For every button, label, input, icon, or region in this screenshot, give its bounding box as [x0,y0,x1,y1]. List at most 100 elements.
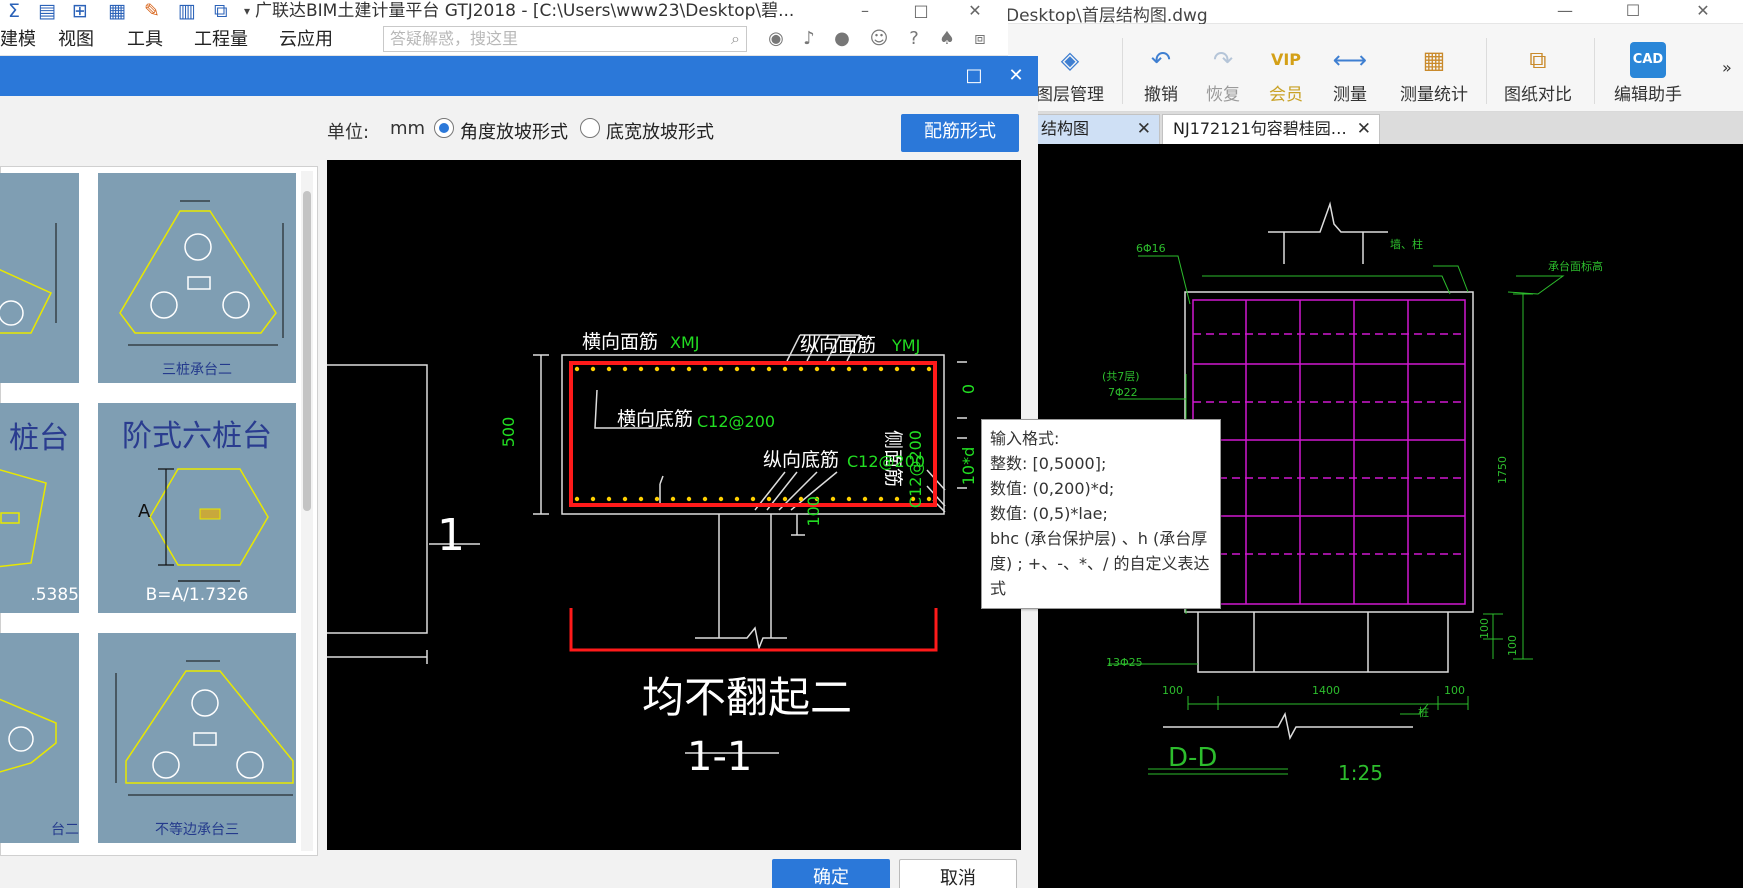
cad-maximize-button[interactable]: ☐ [1610,0,1656,24]
svg-text:13Φ25: 13Φ25 [1106,656,1143,669]
rebar-dot [702,496,708,502]
tab-close-icon[interactable]: ✕ [1137,115,1151,143]
thumb-three-pile-cap-2[interactable]: 三桩承台二 [98,173,296,383]
report-icon[interactable]: ▦ [108,0,126,22]
svg-text:10*d: 10*d [959,447,978,486]
thumb-unequal-three-cap[interactable]: 不等边承台三 [98,633,296,843]
rebar-dot [862,496,868,502]
bottom-width-slope-radio[interactable] [580,118,600,138]
rebar-dot [718,366,724,372]
pile-cap-dialog: □ ✕ 单位: mm 角度放坡形式 底宽放坡形式 配筋形式 三桩承台二 桩台 .… [0,56,1038,888]
bottom-width-slope-label[interactable]: 底宽放坡形式 [606,118,714,144]
dialog-maximize-button[interactable]: □ [960,62,988,90]
rebar-dot [638,366,644,372]
rebar-dot [638,496,644,502]
svg-text:0: 0 [959,384,978,394]
search-icon[interactable]: ⌕ [731,27,740,51]
svg-text:1400: 1400 [1312,684,1340,697]
rebar-dot [894,496,900,502]
rebar-form-button[interactable]: 配筋形式 [901,114,1019,152]
search-input[interactable]: 答疑解惑，搜这里 ⌕ [383,26,747,52]
svg-text:100: 100 [804,496,823,527]
rebar-dot [878,366,884,372]
edit-icon[interactable]: ✎ [144,0,160,22]
menu-view[interactable]: 视图 [58,28,94,52]
angle-slope-label[interactable]: 角度放坡形式 [460,118,568,144]
vip-icon: VIP [1270,50,1302,69]
undo-button[interactable]: ↶ 撤销 [1136,34,1186,110]
rebar-dot [846,366,852,372]
ribbon-more-button[interactable]: » [1722,58,1732,77]
thumb-stepped-six-pile-cap[interactable]: 阶式六桩台 A B=A/1.7326 [98,403,296,613]
svg-text:C12@200: C12@200 [906,430,925,508]
robot-icon[interactable]: ☺ [867,26,891,52]
svg-text:纵向面筋: 纵向面筋 [800,334,876,356]
rebar-dot [782,366,788,372]
svg-text:横向底筋: 横向底筋 [617,408,693,430]
tab-structure-drawing[interactable]: 结构图 ✕ [1030,114,1160,144]
svg-text:100: 100 [1444,684,1465,697]
query-icon[interactable]: ⊞ [72,0,88,22]
tab-nj-drawing[interactable]: NJ172121句容碧桂园… ✕ [1162,114,1380,144]
bell-icon[interactable]: ♪ [797,26,821,52]
svg-text:墙、柱: 墙、柱 [1390,237,1423,251]
gallery-scrollbar[interactable] [301,171,313,851]
rebar-dot [654,366,660,372]
svg-text:D-D: D-D [1168,743,1217,773]
component-icon[interactable]: ⧉ [214,0,228,22]
menu-quantity[interactable]: 工程量 [194,28,248,52]
svg-text:500: 500 [499,417,518,448]
svg-text:1750: 1750 [1496,456,1509,484]
cad-close-button[interactable]: ✕ [1680,0,1726,24]
section-1-1-drawing: 横向面筋 纵向面筋 横向底筋 纵向底筋 侧面筋 1 均不翻起二 1-1 XMJ … [327,331,978,780]
menu-modeling[interactable]: 建模 [0,28,36,52]
rebar-preview-canvas[interactable]: 横向面筋 纵向面筋 横向底筋 纵向底筋 侧面筋 1 均不翻起二 1-1 XMJ … [327,160,1021,850]
vip-button[interactable]: VIP 会员 [1261,34,1311,110]
rebar-dot [830,366,836,372]
gtj-maximize-button[interactable]: □ [898,0,944,24]
svg-text:均不翻起二: 均不翻起二 [642,673,852,722]
menu-tools[interactable]: 工具 [127,28,163,52]
rebar-dot [750,496,756,502]
layer-manage-button[interactable]: ◈ 图层管理 [1036,34,1104,110]
menu-cloud[interactable]: 云应用 [279,28,333,52]
rebar-dot [782,496,788,502]
gallery-scroll-thumb[interactable] [303,191,311,511]
rebar-dot [734,366,740,372]
gtj-close-button[interactable]: ✕ [952,0,998,24]
table-icon[interactable]: ▤ [38,0,56,22]
sum-icon[interactable]: Σ [8,0,20,22]
dialog-close-button[interactable]: ✕ [1002,62,1030,90]
user-icon[interactable]: ◉ [764,26,788,52]
pile-cap-gallery: 二 三桩承台二 [0,166,318,856]
thumb-cap-type-1[interactable]: 二 [0,173,79,383]
measure-stats-button[interactable]: ▦ 测量统计 [1396,34,1472,110]
angle-slope-radio[interactable] [434,118,454,138]
grid-icon[interactable]: ▥ [178,0,196,22]
ribbon-separator [1594,38,1595,104]
tab-close-icon[interactable]: ✕ [1357,115,1371,143]
compare-drawings-button[interactable]: ⧉ 图纸对比 [1500,34,1576,110]
rebar-dot [670,496,676,502]
measure-button[interactable]: ⟷ 测量 [1325,34,1375,110]
rebar-dot [654,496,660,502]
redo-button[interactable]: ↷ 恢复 [1198,34,1248,110]
thumb-cap-type-3[interactable]: 桩台 .5385 [0,403,79,613]
quick-access-dropdown-icon[interactable]: ▾ [244,0,250,22]
gtj-minimize-button[interactable]: – [842,0,888,24]
restore-icon[interactable]: ⧈ [968,26,992,52]
rebar-dot [686,496,692,502]
rebar-dot [718,496,724,502]
cad-ribbon: ◈ 图层管理 ↶ 撤销 ↷ 恢复 VIP 会员 ⟷ 测量 ▦ 测量统计 ⧉ 图纸… [1000,24,1743,112]
cancel-button[interactable]: 取消 [899,859,1017,888]
unit-value: mm [390,118,426,139]
measure-icon: ⟷ [1332,46,1368,74]
edit-assistant-button[interactable]: CAD 编辑助手 [1608,34,1688,110]
ok-button[interactable]: 确定 [772,859,890,888]
thumb-cap-type-5[interactable]: 台二 [0,633,79,843]
chat-icon[interactable]: ● [830,26,854,52]
dialog-header: □ ✕ [0,56,1038,96]
help-icon[interactable]: ? [902,26,926,52]
cad-minimize-button[interactable]: — [1542,0,1588,24]
shirt-icon[interactable]: ♠ [935,26,959,52]
